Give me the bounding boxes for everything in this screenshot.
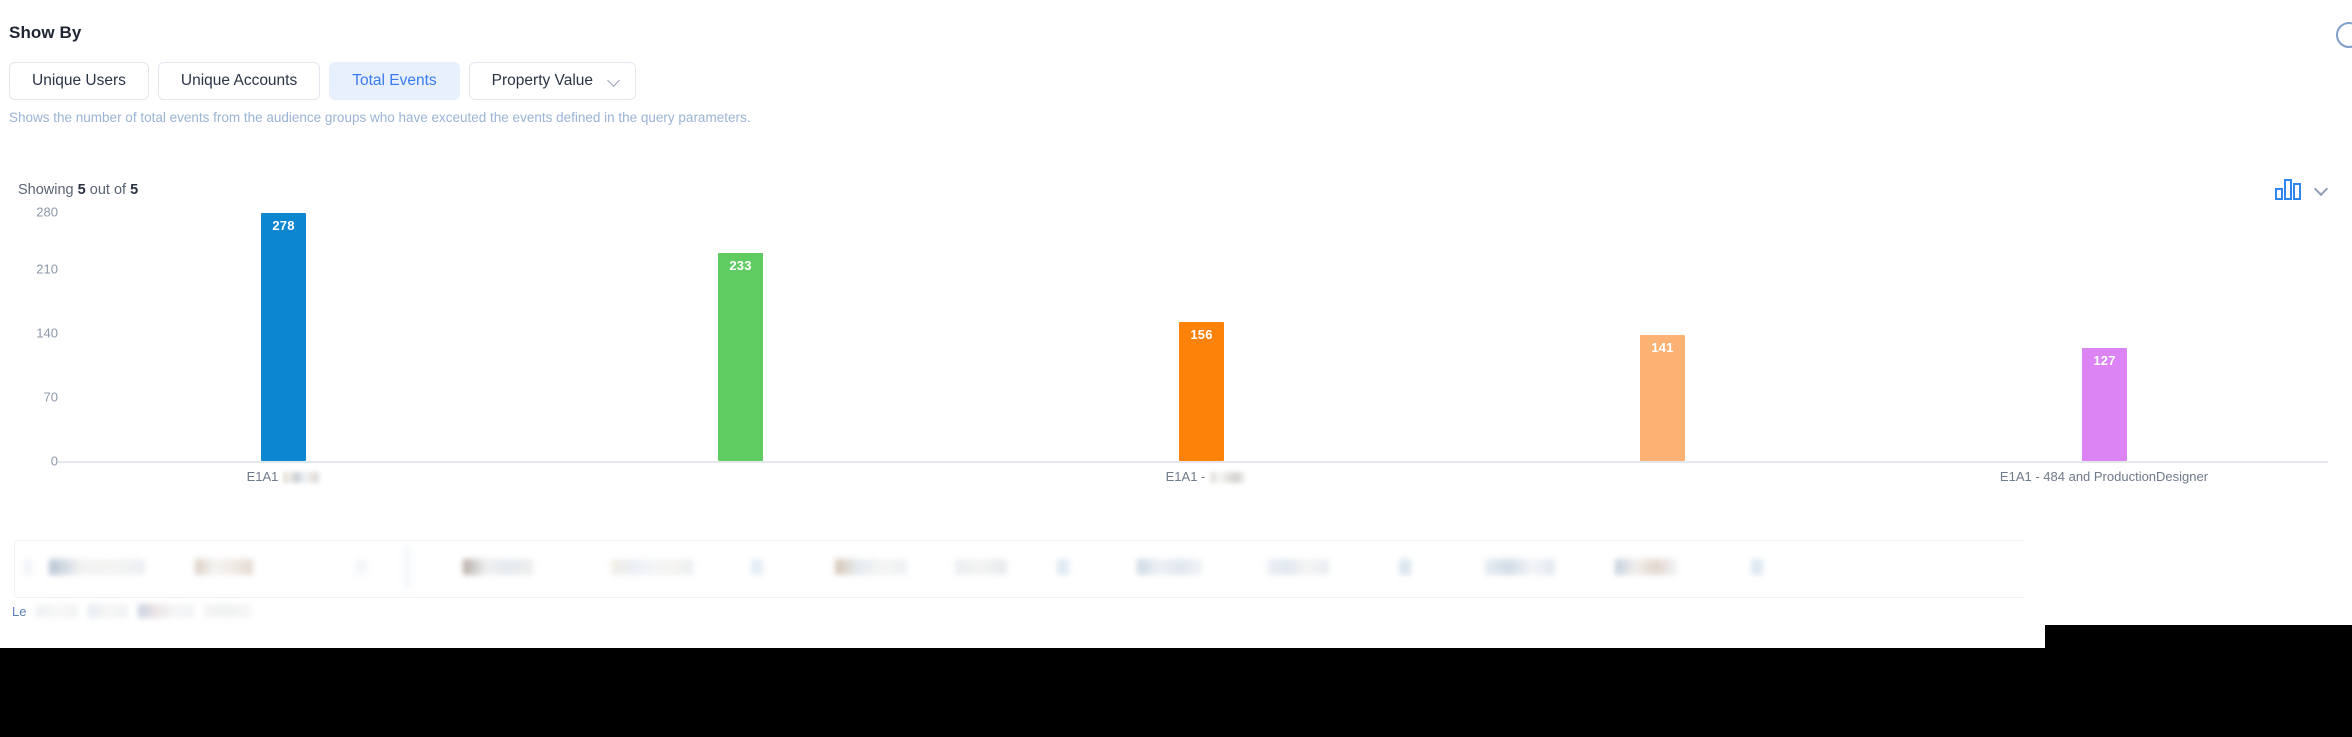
tab-unique-users-label: Unique Users [32,72,126,89]
redacted-chip [751,559,763,575]
show-by-tab-group: Unique Users Unique Accounts Total Event… [9,62,645,100]
redacted-chip [1485,559,1555,575]
bar-3-value: 156 [1190,327,1213,342]
redacted-chip [23,559,33,575]
tab-unique-users[interactable]: Unique Users [9,62,149,100]
show-by-helper-text: Shows the number of total events from th… [9,110,751,125]
x-label-1-redacted [283,472,320,484]
bar-2-value: 233 [729,258,752,273]
tab-property-value-label: Property Value [491,72,594,89]
tab-property-value[interactable]: Property Value [468,62,637,100]
bar-chart: 280 210 140 70 0 278 233 156 141 127 E1A… [0,205,2352,484]
bar-5-value: 127 [2093,353,2116,368]
x-label-1-text: E1A1 [246,469,279,484]
redacted-chip [1057,559,1069,575]
screen-root: Show By Unique Users Unique Accounts Tot… [0,0,2352,737]
tab-total-events[interactable]: Total Events [329,62,460,100]
redacted-chip [955,559,1007,575]
showing-total: 5 [130,182,139,198]
bar-4-value: 141 [1651,340,1674,355]
legend-item-redacted [88,604,129,618]
chevron-down-icon [609,75,621,87]
bar-1[interactable]: 278 [261,213,306,461]
x-label-3-redacted [1210,472,1245,484]
redacted-chip [1399,559,1411,575]
bar-chart-icon [2275,178,2301,200]
redacted-chip [355,559,367,575]
bar-3[interactable]: 156 [1179,322,1224,461]
x-label-3: E1A1 - [1166,469,1245,484]
redacted-chip [835,559,907,575]
showing-count-label: Showing 5 out of 5 [18,182,138,198]
redacted-chip [463,559,533,575]
redacted-chip [611,559,693,575]
x-label-1: E1A1 [247,469,320,484]
redacted-chip [403,545,411,589]
redacted-chip [195,559,253,575]
redacted-filter-strip[interactable] [14,540,2024,598]
chart-legend[interactable]: Le [12,600,272,622]
tab-total-events-label: Total Events [352,72,437,89]
bar-5[interactable]: 127 [2082,348,2127,461]
x-label-3-text: E1A1 - [1165,469,1206,484]
show-by-label: Show By [9,23,82,42]
showing-count: 5 [77,182,86,198]
redacted-chip [1615,559,1677,575]
redacted-chip [1751,559,1763,575]
showing-middle: out of [89,182,127,198]
bars-container: 278 233 156 141 127 [0,212,2352,462]
legend-item-redacted [204,604,253,618]
legend-item-redacted [36,604,79,618]
redacted-chip [1137,559,1203,575]
bar-4[interactable]: 141 [1640,335,1685,461]
legend-item-redacted [138,604,195,618]
chart-type-selector[interactable] [2275,178,2328,200]
redacted-chip [49,559,145,575]
chevron-down-icon [2315,183,2328,196]
tab-unique-accounts[interactable]: Unique Accounts [157,62,321,100]
bar-2[interactable]: 233 [718,253,763,461]
legend-label: Le [12,603,27,619]
bar-1-value: 278 [272,218,295,233]
x-label-5: E1A1 - 484 and ProductionDesigner [1999,469,2209,484]
redacted-chip [1267,559,1329,575]
app-surface-bottom-extension [0,625,2045,648]
tab-unique-accounts-label: Unique Accounts [180,72,298,89]
showing-prefix: Showing [18,182,74,198]
